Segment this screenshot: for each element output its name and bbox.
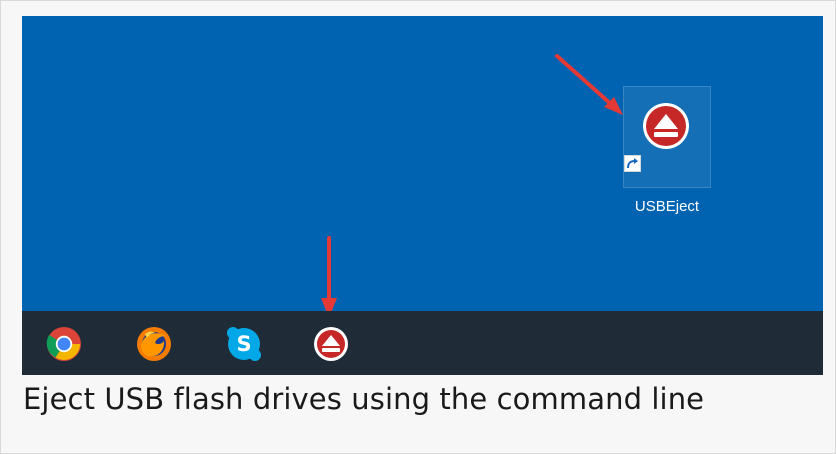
firefox-icon[interactable] <box>135 325 173 363</box>
article-image-card: USBEject S Eject USB flash drives using … <box>0 0 836 454</box>
usbeject-label: USBEject <box>634 198 700 215</box>
red-arrow-icon <box>555 54 623 115</box>
shortcut-arrow-icon <box>624 155 641 172</box>
chrome-icon[interactable] <box>45 325 83 363</box>
taskbar: S <box>22 311 823 375</box>
svg-text:S: S <box>236 332 251 356</box>
usb-eject-icon <box>643 103 689 149</box>
usbeject-desktop-shortcut[interactable]: USBEject <box>623 86 711 215</box>
windows-desktop-screenshot: USBEject S <box>22 16 823 375</box>
image-caption: Eject USB flash drives using the command… <box>23 382 705 416</box>
desktop-area: USBEject <box>22 16 823 318</box>
usb-eject-icon[interactable] <box>313 326 349 362</box>
skype-icon[interactable]: S <box>225 325 263 363</box>
red-arrow-icon <box>321 236 337 318</box>
